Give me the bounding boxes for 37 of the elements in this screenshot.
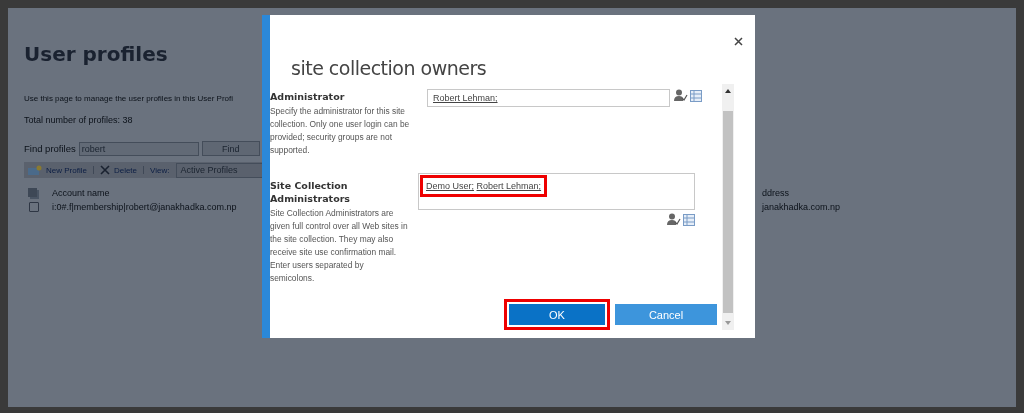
find-field[interactable]: robert <box>78 141 199 156</box>
section-description: Specify the administrator for this site collection. Only one user login can be provided; security groups are not supported. <box>270 105 410 157</box>
view-label: View: <box>150 165 170 175</box>
table-cell-text: i:0#.f|membership|robert@janakhadka.com.np <box>52 202 238 212</box>
user-name-link[interactable]: Robert Lehman; <box>476 181 542 191</box>
new-profile-link[interactable]: New Profile <box>46 165 87 175</box>
column-header: ddress <box>762 188 789 198</box>
delete-icon <box>99 165 110 175</box>
delete-link[interactable]: Delete <box>113 165 138 175</box>
find-button[interactable]: Find <box>201 141 260 156</box>
new-profile-icon <box>28 165 42 175</box>
check-names-icon[interactable] <box>667 213 681 226</box>
column-header: Account name <box>52 188 111 198</box>
page-description: Use this page to manage the user profiles in this User Profi <box>24 94 233 103</box>
people-picker-field[interactable]: Demo User; Robert Lehman; <box>418 173 695 210</box>
user-name-link[interactable]: Robert Lehman; <box>433 93 498 103</box>
dialog-button[interactable]: OK <box>509 304 605 325</box>
people-picker-field[interactable]: Robert Lehman; <box>427 89 670 107</box>
user-name-link[interactable]: Demo User; <box>426 181 474 191</box>
section-heading: Administrator <box>270 90 346 103</box>
section-heading: Site Collection Administrators <box>270 179 352 205</box>
address-book-icon[interactable] <box>690 89 702 102</box>
check-names-icon[interactable] <box>674 89 688 102</box>
find-label: Find profiles <box>24 143 76 154</box>
scroll-up-icon[interactable] <box>725 89 731 93</box>
table-cell: janakhadka.com.np <box>762 202 841 212</box>
address-book-icon[interactable] <box>683 213 695 226</box>
page-title: User profiles <box>24 42 169 66</box>
close-button[interactable] <box>733 36 744 47</box>
select-all-icon[interactable] <box>28 187 39 199</box>
scrollbar[interactable] <box>722 84 734 330</box>
section-description: Site Collection Administrators are given full control over all Web sites in the site collection. They may also receive site use confirmation mail. Enter users separated by semicolons. <box>270 207 409 285</box>
dialog-button[interactable]: Cancel <box>615 304 717 325</box>
row-checkbox[interactable] <box>29 202 39 212</box>
profile-count: Total number of profiles: 38 <box>24 115 133 125</box>
dialog-title: site collection owners <box>291 57 488 79</box>
scroll-down-icon[interactable] <box>725 321 731 325</box>
